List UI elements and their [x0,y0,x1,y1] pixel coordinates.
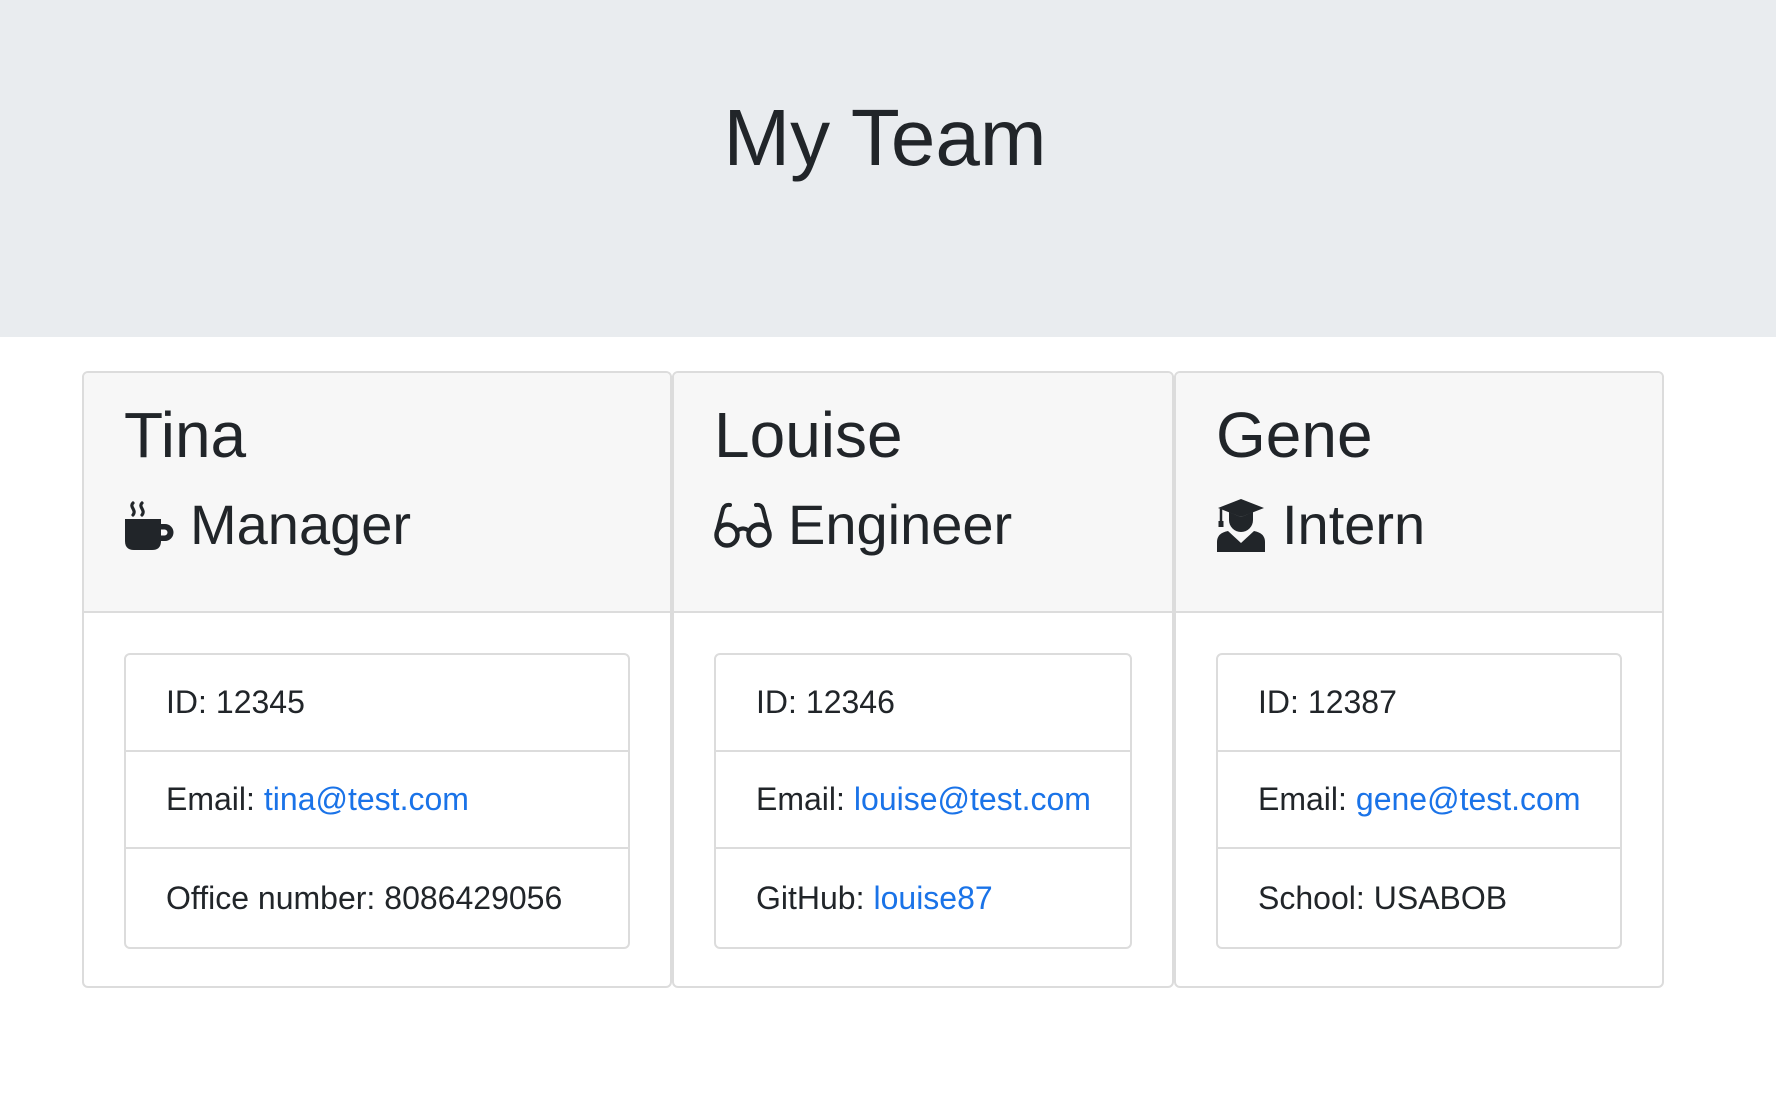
employee-details-list: ID: 12387 Email: gene@test.com School: USAB… [1216,653,1622,949]
employee-role-label: Manager [190,493,412,556]
employee-card-engineer: Louise Engineer ID: 12346 Email: louise@te… [672,371,1174,988]
id-value: 12387 [1307,684,1397,720]
school-label: School: [1258,879,1365,916]
employee-role: Manager [124,497,411,553]
glasses-icon [714,500,788,550]
email-link[interactable]: louise@test.com [854,781,1091,818]
employee-role-label: Engineer [788,493,1013,556]
employee-role: Intern [1216,497,1425,553]
employee-card-intern: Gene Intern ID: 12387 Email: gene@test.com… [1174,371,1664,988]
list-item-email: Email: tina@test.com [126,752,628,849]
office-number-value: 8086429056 [384,879,563,916]
card-header: Tina Manager [84,373,670,613]
employee-card-manager: Tina Manager ID: 12345 Email: tina@test.co… [82,371,672,988]
list-item-email: Email: louise@test.com [716,752,1130,849]
employee-role-label: Intern [1282,493,1426,556]
graduate-icon [1216,498,1282,552]
email-link[interactable]: gene@test.com [1356,781,1581,818]
id-value: 12346 [805,684,895,720]
email-link[interactable]: tina@test.com [264,781,469,818]
id-label: ID: [1258,684,1299,720]
employee-name: Tina [124,399,247,471]
page-header: My Team [0,0,1776,337]
list-item-id: ID: 12346 [716,655,1130,752]
list-item-github: GitHub: louise87 [716,849,1130,947]
github-label: GitHub: [756,879,865,916]
page-title: My Team [723,92,1047,182]
list-item-id: ID: 12345 [126,655,628,752]
id-value: 12345 [215,684,305,720]
office-number-label: Office number: [166,879,376,916]
id-label: ID: [166,684,207,720]
github-link[interactable]: louise87 [873,880,992,917]
email-label: Email: [166,781,255,817]
school-value: USABOB [1373,879,1508,916]
employee-details-list: ID: 12346 Email: louise@test.com GitHub: lo… [714,653,1132,949]
employee-name: Louise [714,399,903,471]
card-header: Gene Intern [1176,373,1662,613]
card-header: Louise Engineer [674,373,1172,613]
employee-role: Engineer [714,497,1012,553]
list-item-id: ID: 12387 [1218,655,1620,752]
list-item-school: School: USABOB [1218,849,1620,947]
id-label: ID: [756,684,797,720]
list-item-email: Email: gene@test.com [1218,752,1620,849]
employee-details-list: ID: 12345 Email: tina@test.com Office numb… [124,653,630,949]
list-item-office-number: Office number: 8086429056 [126,849,628,947]
employee-name: Gene [1216,399,1373,471]
email-label: Email: [756,781,845,817]
coffee-mug-icon [124,500,190,550]
email-label: Email: [1258,781,1347,817]
